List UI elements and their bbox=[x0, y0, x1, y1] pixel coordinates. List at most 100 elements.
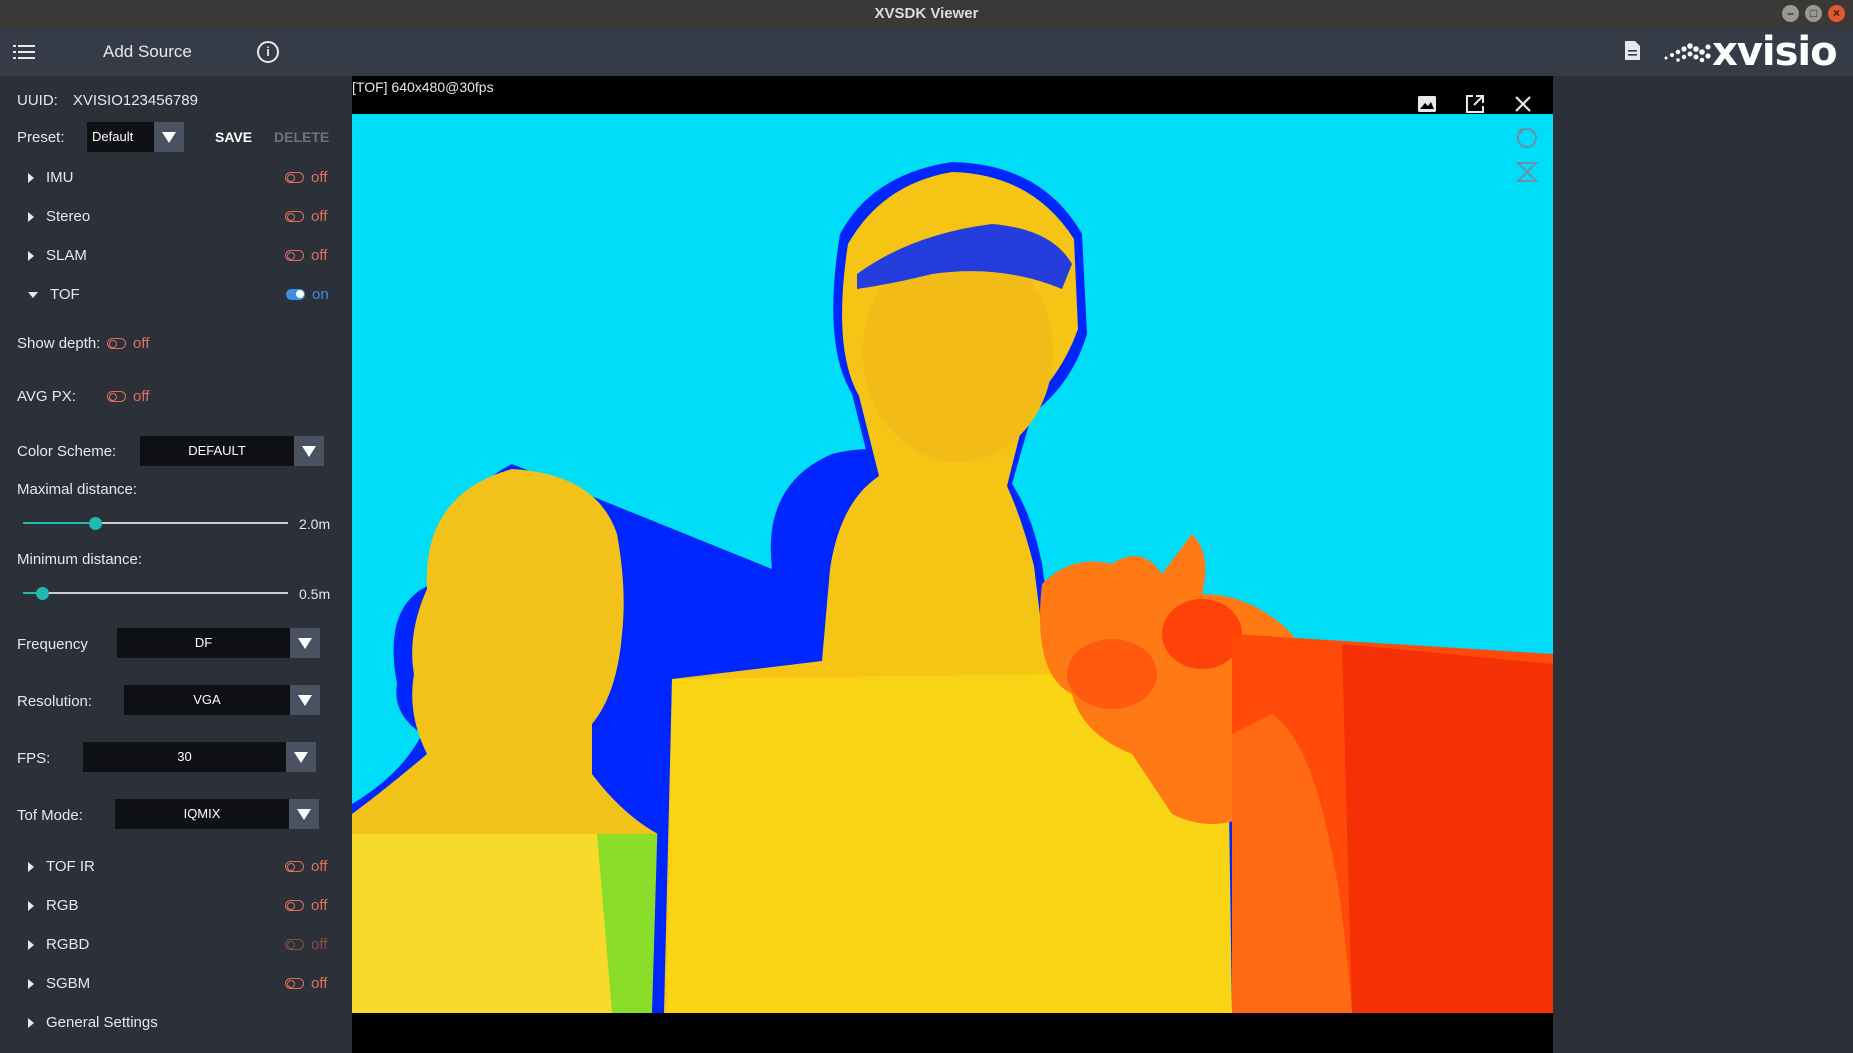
color-scheme-select[interactable]: DEFAULT bbox=[140, 436, 324, 466]
slider-handle[interactable] bbox=[88, 517, 102, 530]
toggle-icon bbox=[285, 861, 304, 872]
depth-image-render bbox=[352, 162, 1553, 1013]
preset-value: Default bbox=[92, 129, 134, 144]
xvisio-logo: xvisio bbox=[1662, 29, 1838, 75]
section-rgbd[interactable]: RGBD bbox=[16, 936, 89, 953]
color-scheme-value: DEFAULT bbox=[188, 443, 246, 458]
close-icon[interactable] bbox=[1512, 93, 1534, 115]
uuid-row: UUID: XVISIO123456789 bbox=[17, 92, 198, 109]
image-snapshot-icon[interactable] bbox=[1416, 93, 1438, 115]
fps-label: FPS: bbox=[17, 750, 51, 767]
tof-ir-toggle[interactable]: off bbox=[285, 858, 327, 875]
toggle-icon bbox=[285, 939, 304, 950]
section-stereo[interactable]: Stereo bbox=[16, 208, 90, 225]
max-distance-label: Maximal distance: bbox=[17, 481, 138, 498]
slider-handle[interactable] bbox=[35, 587, 49, 600]
section-slam[interactable]: SLAM bbox=[16, 247, 87, 264]
add-source-button[interactable]: Add Source bbox=[103, 42, 192, 62]
resolution-select[interactable]: VGA bbox=[124, 685, 320, 715]
logo-mark-icon bbox=[1664, 43, 1711, 63]
section-label: SLAM bbox=[46, 247, 87, 264]
document-icon[interactable] bbox=[1624, 40, 1641, 61]
close-window-button[interactable]: × bbox=[1828, 5, 1845, 22]
preset-select[interactable]: Default bbox=[87, 122, 184, 152]
min-distance-row: Minimum distance: bbox=[17, 551, 142, 568]
preset-label: Preset: bbox=[17, 129, 65, 146]
info-icon[interactable]: i bbox=[257, 41, 279, 63]
rotate-icon[interactable] bbox=[1514, 125, 1540, 151]
show-depth-label: Show depth: bbox=[17, 335, 101, 352]
frequency-select[interactable]: DF bbox=[117, 628, 320, 658]
maximize-button[interactable]: □ bbox=[1805, 5, 1822, 22]
delete-button[interactable]: DELETE bbox=[274, 129, 329, 145]
chevron-down-icon[interactable] bbox=[289, 799, 319, 829]
sidebar-panel: UUID: XVISIO123456789 Preset: Default SA… bbox=[0, 76, 352, 1053]
tof-toggle[interactable]: on bbox=[286, 286, 329, 303]
slam-toggle[interactable]: off bbox=[285, 247, 327, 264]
section-label: General Settings bbox=[46, 1014, 158, 1031]
section-label: TOF IR bbox=[46, 858, 95, 875]
toggle-state: off bbox=[311, 897, 328, 914]
caret-down-icon bbox=[28, 291, 38, 298]
window-titlebar: XVSDK Viewer – □ × bbox=[0, 0, 1853, 28]
toggle-icon bbox=[285, 172, 304, 183]
rgbd-toggle[interactable]: off bbox=[285, 936, 327, 953]
toggle-state: on bbox=[312, 286, 329, 303]
slider-track bbox=[23, 592, 288, 594]
resolution-value: VGA bbox=[193, 692, 221, 707]
viewer-title: [TOF] 640x480@30fps bbox=[352, 79, 494, 95]
section-tof[interactable]: TOF bbox=[16, 286, 80, 303]
toggle-icon bbox=[285, 211, 304, 222]
logo-text: xvisio bbox=[1712, 29, 1838, 75]
imu-toggle[interactable]: off bbox=[285, 169, 327, 186]
uuid-value: XVISIO123456789 bbox=[72, 92, 198, 109]
toggle-icon bbox=[285, 900, 304, 911]
chevron-down-icon[interactable] bbox=[154, 122, 184, 152]
toggle-state: off bbox=[311, 247, 328, 264]
avg-px-row: AVG PX: bbox=[17, 388, 76, 405]
chevron-down-icon[interactable] bbox=[290, 685, 320, 715]
minimize-button[interactable]: – bbox=[1782, 5, 1799, 22]
fps-select[interactable]: 30 bbox=[83, 742, 316, 772]
caret-right-icon bbox=[28, 861, 34, 872]
caret-right-icon bbox=[28, 939, 34, 950]
uuid-label: UUID: bbox=[17, 92, 58, 109]
caret-right-icon bbox=[28, 211, 34, 222]
section-sgbm[interactable]: SGBM bbox=[16, 975, 90, 992]
toggle-state: off bbox=[133, 388, 150, 405]
open-external-icon[interactable] bbox=[1464, 93, 1486, 115]
menu-list-icon[interactable] bbox=[13, 44, 35, 60]
section-imu[interactable]: IMU bbox=[16, 169, 74, 186]
section-label: SGBM bbox=[46, 975, 91, 992]
preset-row: Preset: bbox=[17, 129, 65, 146]
toggle-icon bbox=[285, 250, 304, 261]
sgbm-toggle[interactable]: off bbox=[285, 975, 327, 992]
stereo-toggle[interactable]: off bbox=[285, 208, 327, 225]
chevron-down-icon[interactable] bbox=[290, 628, 320, 658]
toggle-state: off bbox=[311, 208, 328, 225]
rgb-toggle[interactable]: off bbox=[285, 897, 327, 914]
save-button[interactable]: SAVE bbox=[215, 129, 252, 145]
window-title: XVSDK Viewer bbox=[874, 5, 979, 22]
tof-mode-select[interactable]: IQMIX bbox=[115, 799, 319, 829]
chevron-down-icon[interactable] bbox=[294, 436, 324, 466]
flip-icon[interactable] bbox=[1514, 159, 1540, 185]
chevron-down-icon[interactable] bbox=[286, 742, 316, 772]
section-rgb[interactable]: RGB bbox=[16, 897, 79, 914]
section-tof-ir[interactable]: TOF IR bbox=[16, 858, 95, 875]
toggle-icon bbox=[107, 338, 126, 349]
toggle-icon bbox=[286, 289, 305, 300]
fps-value: 30 bbox=[177, 749, 192, 764]
min-distance-label: Minimum distance: bbox=[17, 551, 143, 568]
min-distance-slider[interactable] bbox=[23, 585, 288, 601]
show-depth-toggle[interactable]: off bbox=[107, 335, 149, 352]
caret-right-icon bbox=[28, 172, 34, 183]
toggle-state: off bbox=[133, 335, 150, 352]
min-distance-value: 0.5m bbox=[299, 586, 331, 602]
max-distance-slider[interactable] bbox=[23, 515, 288, 531]
frequency-value: DF bbox=[194, 635, 213, 650]
avg-px-toggle[interactable]: off bbox=[107, 388, 149, 405]
section-general-settings[interactable]: General Settings bbox=[16, 1014, 158, 1031]
toggle-state: off bbox=[311, 975, 328, 992]
toggle-icon bbox=[285, 978, 304, 989]
